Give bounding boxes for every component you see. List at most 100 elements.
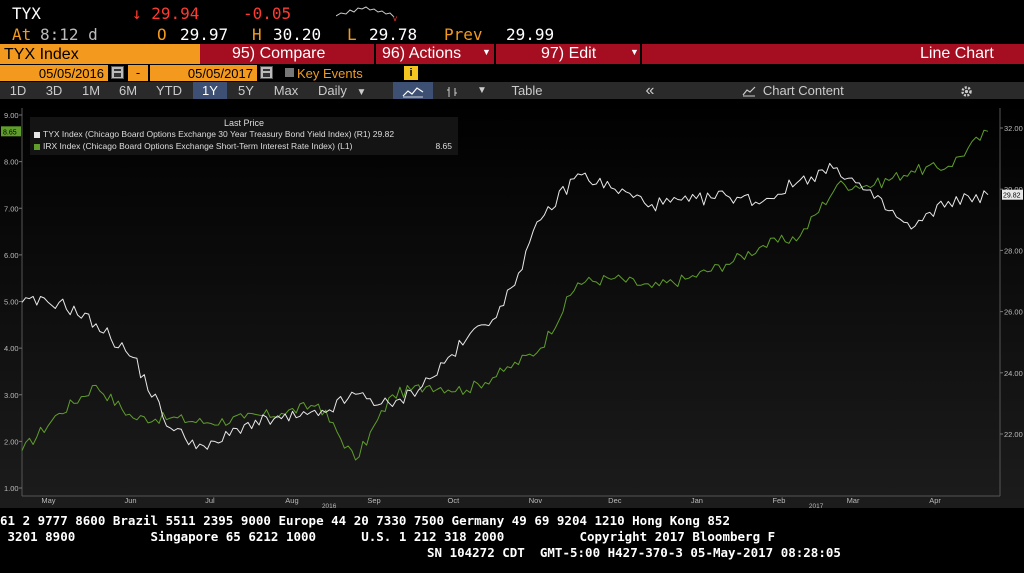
last-price: ↓ 29.94 xyxy=(132,4,200,23)
month-tick-label: Dec xyxy=(608,496,622,505)
legend-swatch-irx xyxy=(34,143,40,150)
info-icon[interactable]: i xyxy=(404,66,418,80)
frequency-dropdown[interactable]: Daily ▼ xyxy=(312,82,380,99)
menu-divider xyxy=(374,44,376,64)
sparkline: v xyxy=(336,6,397,22)
price-change: -0.05 xyxy=(243,4,292,23)
month-tick-label: Aug xyxy=(285,496,298,505)
year-tick-label: 2017 xyxy=(809,503,824,508)
start-date-field[interactable]: 05/05/2016 xyxy=(0,65,108,81)
chart-content-icon xyxy=(742,86,756,97)
prev-label: Prev xyxy=(444,25,483,44)
high-label: H xyxy=(252,25,262,44)
chevron-down-icon[interactable]: ▼ xyxy=(630,47,639,57)
legend-item-tyx[interactable]: TYX Index (Chicago Board Options Exchang… xyxy=(34,129,394,139)
legend-label-tyx: TYX Index (Chicago Board Options Exchang… xyxy=(43,129,395,139)
date-separator: - xyxy=(128,65,148,81)
right-tick-label: 22.00 xyxy=(1004,430,1023,439)
compare-menu[interactable]: 95) Compare xyxy=(232,44,325,64)
high-value: 30.20 xyxy=(273,25,322,44)
at-label: At xyxy=(12,25,32,44)
svg-text:v: v xyxy=(393,14,397,22)
end-date-field[interactable]: 05/05/2017 xyxy=(150,65,257,81)
menu-bar: TYX Index 95) Compare 96) Actions ▼ 97) … xyxy=(0,44,1024,64)
left-tick-label: 7.00 xyxy=(4,204,19,213)
legend-value-irx: 8.65 xyxy=(435,141,452,151)
right-tick-label: 32.00 xyxy=(1004,124,1023,133)
date-range-bar: 05/05/2016 - 05/05/2017 Key Events i xyxy=(0,64,1024,82)
legend-item-irx[interactable]: IRX Index (Chicago Board Options Exchang… xyxy=(34,141,352,151)
chevron-down-icon[interactable]: ▼ xyxy=(482,47,491,57)
menu-divider xyxy=(494,44,496,64)
right-tick-label: 28.00 xyxy=(1004,246,1023,255)
legend-label-irx: IRX Index (Chicago Board Options Exchang… xyxy=(43,141,353,151)
month-tick-label: May xyxy=(41,496,55,505)
chevron-down-icon: ▼ xyxy=(356,87,367,98)
month-tick-label: Apr xyxy=(929,496,941,505)
legend-title: Last Price xyxy=(223,118,265,128)
range-button-1d[interactable]: 1D xyxy=(2,82,34,99)
low-value: 29.78 xyxy=(369,25,418,44)
key-events-label: Key Events xyxy=(297,66,363,81)
month-tick-label: Oct xyxy=(448,496,461,505)
right-tick-label: 26.00 xyxy=(1004,308,1023,317)
tape-line-2: 3201 8900 Singapore 65 6212 1000 U.S. 1 … xyxy=(0,529,776,544)
table-button[interactable]: Table xyxy=(496,82,558,99)
calendar-icon[interactable] xyxy=(260,66,273,79)
left-last-value-label: 8.65 xyxy=(3,129,17,136)
year-tick-label: 2016 xyxy=(322,503,337,508)
security-tab[interactable]: TYX Index xyxy=(0,44,200,64)
left-tick-label: 3.00 xyxy=(4,391,19,400)
left-tick-label: 4.00 xyxy=(4,344,19,353)
left-tick-label: 8.00 xyxy=(4,158,19,167)
right-last-value-label: 29.82 xyxy=(1003,193,1021,200)
menu-divider xyxy=(640,44,642,64)
month-tick-label: Sep xyxy=(367,496,380,505)
calendar-icon[interactable] xyxy=(111,66,124,79)
range-button-max[interactable]: Max xyxy=(265,82,307,99)
low-label: L xyxy=(347,25,357,44)
gear-icon[interactable] xyxy=(910,82,1022,99)
left-tick-label: 2.00 xyxy=(4,437,19,446)
month-tick-label: Mar xyxy=(847,496,860,505)
open-value: 29.97 xyxy=(180,25,229,44)
left-tick-label: 9.00 xyxy=(4,111,19,120)
range-button-6m[interactable]: 6M xyxy=(111,82,145,99)
ticker-symbol: TYX xyxy=(12,4,41,23)
bar-style-icon[interactable] xyxy=(436,82,468,99)
range-button-5y[interactable]: 5Y xyxy=(230,82,262,99)
month-tick-label: Feb xyxy=(772,496,785,505)
quote-header: TYX At 8:12 d ↓ 29.94 -0.05 v O 29.97 H … xyxy=(0,0,1024,44)
chart-content-button[interactable]: Chart Content xyxy=(680,82,906,99)
legend-swatch-tyx xyxy=(34,131,40,138)
range-button-1m[interactable]: 1M xyxy=(74,82,108,99)
left-tick-label: 5.00 xyxy=(4,298,19,307)
month-tick-label: Jun xyxy=(124,496,136,505)
line-chart[interactable]: 9.00 8.00 7.00 6.00 5.00 4.00 3.00 2.00 1.00 32.0… xyxy=(0,100,1024,508)
tape-line-3: SN 104272 CDT GMT-5:00 H427-370-3 05-May… xyxy=(427,545,841,560)
line-chart-icon[interactable] xyxy=(393,82,433,99)
quote-time: 8:12 d xyxy=(40,25,98,44)
tape-line-1: 61 2 9777 8600 Brazil 5511 2395 9000 Eur… xyxy=(0,513,730,528)
chart-background xyxy=(0,100,1024,508)
chart-type-label[interactable]: Line Chart xyxy=(920,44,994,64)
left-tick-label: 6.00 xyxy=(4,251,19,260)
collapse-icon[interactable]: « xyxy=(624,82,676,99)
prev-value: 29.99 xyxy=(506,25,555,44)
frequency-value: Daily xyxy=(318,83,347,98)
chart-content-label: Chart Content xyxy=(762,83,844,98)
chart-legend[interactable]: Last Price TYX Index (Chicago Board Opti… xyxy=(30,117,458,155)
chart-toolbar: 1D 3D 1M 6M YTD 1Y 5Y Max Daily ▼ ▼ Tabl… xyxy=(0,82,1024,99)
range-button-ytd[interactable]: YTD xyxy=(148,82,190,99)
dropdown-arrow-icon[interactable]: ▼ xyxy=(471,82,493,99)
edit-menu[interactable]: 97) Edit xyxy=(541,44,596,64)
range-button-1y[interactable]: 1Y xyxy=(193,82,227,99)
ticker-tape: 61 2 9777 8600 Brazil 5511 2395 9000 Eur… xyxy=(0,510,1024,573)
left-tick-label: 1.00 xyxy=(4,484,19,493)
month-tick-label: Nov xyxy=(529,496,543,505)
actions-menu[interactable]: 96) Actions xyxy=(382,44,461,64)
range-button-3d[interactable]: 3D xyxy=(37,82,71,99)
right-tick-label: 24.00 xyxy=(1004,369,1023,378)
month-tick-label: Jan xyxy=(691,496,703,505)
key-events-checkbox[interactable] xyxy=(285,68,294,77)
